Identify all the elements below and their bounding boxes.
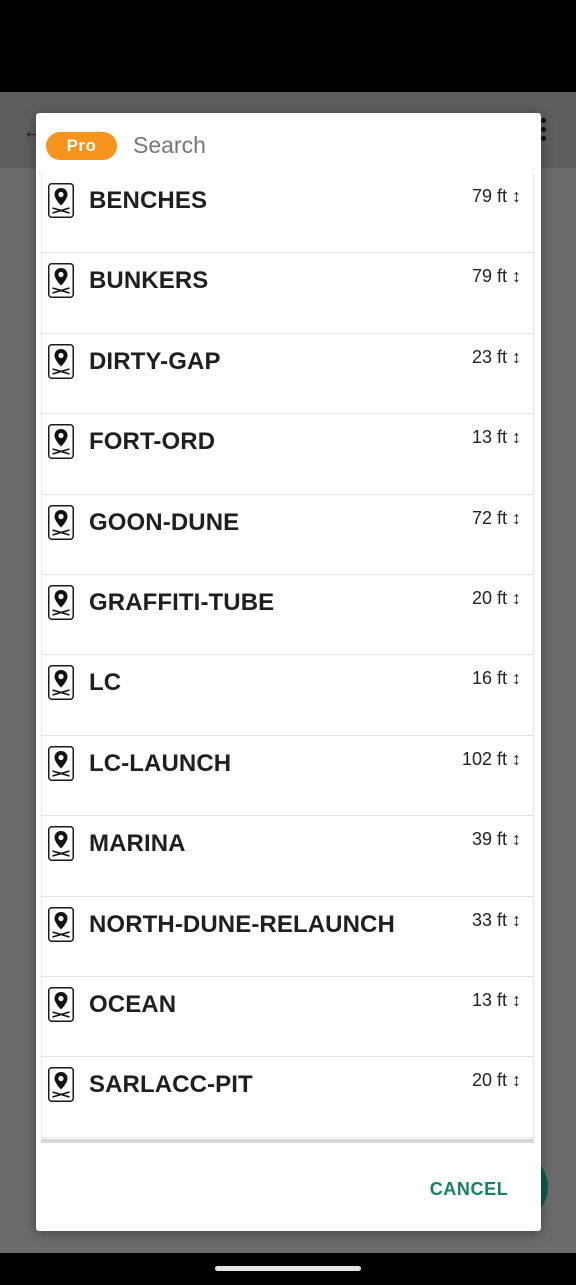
list-item[interactable]: DIRTY-GAP 23 ft ↕ — [42, 333, 533, 415]
map-pin-takeoff-icon — [48, 906, 74, 942]
list-item[interactable]: FORT-ORD 13 ft ↕ — [42, 414, 533, 495]
item-name: SARLACC-PIT — [89, 1071, 253, 1099]
item-name: MARINA — [89, 830, 186, 858]
map-pin-takeoff-icon — [48, 826, 74, 862]
status-bar — [0, 0, 576, 92]
item-name: BENCHES — [89, 187, 208, 214]
item-distance: 39 ft ↕ — [471, 829, 521, 850]
item-distance: 20 ft ↕ — [471, 1070, 521, 1091]
waypoint-list[interactable]: BENCHES 79 ft ↕ BUNKERS 79 ft ↕ DIRTY-GAP 23 … — [41, 173, 534, 1141]
item-name: LC — [89, 669, 122, 697]
map-pin-takeoff-icon — [48, 986, 74, 1022]
item-name: NORTH-DUNE-RELAUNCH — [89, 910, 395, 938]
item-distance: 13 ft ↕ — [471, 427, 521, 448]
search-input[interactable] — [133, 125, 513, 166]
list-item[interactable]: BUNKERS 79 ft ↕ — [42, 253, 533, 334]
item-name: BUNKERS — [89, 267, 209, 295]
list-item[interactable]: LC 16 ft ↕ — [42, 655, 533, 736]
map-pin-takeoff-icon — [48, 263, 74, 299]
item-distance: 33 ft ↕ — [471, 909, 521, 930]
item-name: GOON-DUNE — [89, 508, 240, 536]
item-name: FORT-ORD — [89, 428, 216, 456]
item-distance: 20 ft ↕ — [471, 587, 521, 608]
waypoint-picker-dialog: Pro BENCHES 79 ft ↕ BUNKERS 79 ft ↕ DIRTY-GA… — [36, 113, 541, 1231]
item-distance: 16 ft ↕ — [471, 668, 521, 689]
list-item[interactable]: NORTH-DUNE-RELAUNCH 33 ft ↕ — [42, 896, 533, 977]
list-item[interactable]: GOON-DUNE 72 ft ↕ — [42, 494, 533, 575]
item-name: GRAFFITI-TUBE — [89, 588, 275, 616]
list-bottom-divider — [41, 1139, 534, 1143]
list-item[interactable]: LC-LAUNCH 102 ft ↕ — [42, 735, 533, 817]
item-distance: 23 ft ↕ — [471, 346, 521, 367]
item-distance: 102 ft ↕ — [461, 748, 521, 769]
list-item[interactable]: BENCHES 79 ft ↕ — [42, 173, 533, 254]
list-item[interactable]: GRAFFITI-TUBE 20 ft ↕ — [42, 574, 533, 656]
home-indicator[interactable] — [215, 1266, 361, 1271]
map-pin-takeoff-icon — [48, 745, 74, 781]
item-distance: 13 ft ↕ — [471, 989, 521, 1010]
map-pin-takeoff-icon — [48, 183, 74, 218]
map-pin-takeoff-icon — [48, 1067, 74, 1103]
more-vert-icon[interactable] — [540, 118, 548, 142]
list-item[interactable]: OCEAN 13 ft ↕ — [42, 976, 533, 1058]
item-name: LC-LAUNCH — [89, 749, 232, 777]
map-pin-takeoff-icon — [48, 584, 74, 620]
item-name: DIRTY-GAP — [89, 347, 221, 375]
list-item[interactable]: SARLACC-PIT 20 ft ↕ — [42, 1057, 533, 1138]
item-name: OCEAN — [89, 990, 177, 1018]
item-distance: 79 ft ↕ — [471, 186, 521, 206]
map-pin-takeoff-icon — [48, 424, 74, 460]
cancel-button[interactable]: CANCEL — [424, 1173, 514, 1205]
map-pin-takeoff-icon — [48, 343, 74, 379]
map-pin-takeoff-icon — [48, 665, 74, 701]
item-distance: 79 ft ↕ — [471, 266, 521, 287]
map-pin-takeoff-icon — [48, 504, 74, 540]
list-item[interactable]: MARINA 39 ft ↕ — [42, 816, 533, 897]
search-bar: Pro — [38, 117, 534, 175]
item-distance: 72 ft ↕ — [471, 507, 521, 528]
pro-badge: Pro — [46, 131, 117, 160]
